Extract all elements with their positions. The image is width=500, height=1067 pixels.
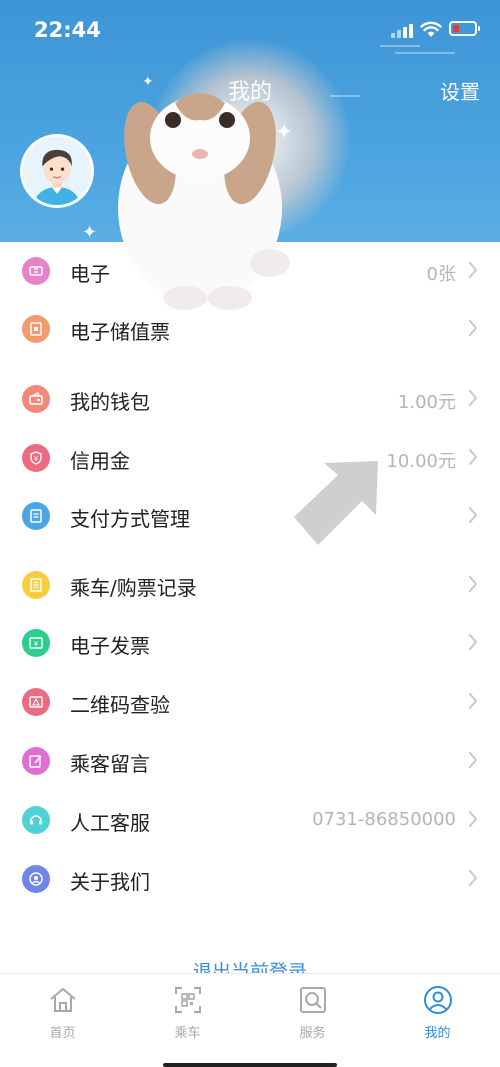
chevron-right-icon bbox=[469, 870, 478, 886]
payment-list-icon bbox=[22, 502, 50, 530]
stored-value-card-icon bbox=[22, 315, 50, 343]
home-icon bbox=[50, 988, 76, 1012]
chevron-right-icon bbox=[469, 811, 478, 827]
menu-item-label: 支付方式管理 bbox=[70, 507, 190, 531]
chevron-right-icon bbox=[469, 576, 478, 592]
edit-note-icon bbox=[22, 747, 50, 775]
chevron-right-icon bbox=[469, 390, 478, 406]
menu-item-label: 电子发票 bbox=[70, 634, 150, 658]
search-service-icon bbox=[300, 987, 326, 1013]
menu-item-payment[interactable]: 支付方式管理 bbox=[0, 487, 500, 545]
wifi-icon bbox=[420, 21, 442, 37]
menu-item-wallet[interactable]: 我的钱包 1.00元 bbox=[0, 370, 500, 428]
menu-item-label: 二维码查验 bbox=[70, 693, 170, 717]
tab-bar: 首页 乘车 服务 我的 bbox=[0, 973, 500, 1067]
menu-item-customer-service[interactable]: 人工客服 0731-86850000 bbox=[0, 791, 500, 849]
avatar[interactable] bbox=[20, 134, 94, 208]
home-indicator bbox=[163, 1063, 337, 1067]
menu-item-about[interactable]: 关于我们 bbox=[0, 850, 500, 908]
menu-list: 电子 0张 电子储值票 我的钱包 1.00元 ¥ 信用金 10.00元 支付方式… bbox=[0, 242, 500, 972]
menu-item-records[interactable]: 乘车/购票记录 bbox=[0, 556, 500, 614]
avatar-illustration bbox=[23, 137, 91, 205]
tab-label: 首页 bbox=[49, 1026, 76, 1041]
menu-item-qr-check[interactable]: 二维码查验 bbox=[0, 673, 500, 731]
menu-item-value: 10.00元 bbox=[386, 451, 456, 472]
user-icon bbox=[424, 986, 452, 1014]
records-icon bbox=[22, 571, 50, 599]
menu-item-label: 关于我们 bbox=[70, 870, 150, 894]
qr-scan-icon bbox=[175, 987, 201, 1013]
settings-button[interactable]: 设置 bbox=[440, 76, 480, 105]
user-circle-icon bbox=[22, 865, 50, 893]
menu-item-message[interactable]: 乘客留言 bbox=[0, 732, 500, 790]
tab-label: 乘车 bbox=[174, 1026, 201, 1041]
menu-item-label: 乘车/购票记录 bbox=[70, 576, 197, 600]
menu-item-value: 0731-86850000 bbox=[312, 809, 456, 830]
yuan-shield-icon: ¥ bbox=[22, 444, 50, 472]
signal-icon bbox=[391, 24, 415, 38]
menu-item-credit[interactable]: ¥ 信用金 10.00元 bbox=[0, 429, 500, 487]
menu-item-value: 0张 bbox=[426, 264, 456, 285]
tab-ride[interactable]: 乘车 bbox=[125, 974, 250, 1054]
svg-text:¥: ¥ bbox=[34, 640, 39, 648]
chevron-right-icon bbox=[469, 507, 478, 523]
arrow-up-right-icon bbox=[294, 461, 378, 545]
menu-item-label: 人工客服 bbox=[70, 811, 150, 835]
tab-label: 服务 bbox=[299, 1026, 326, 1041]
status-time: 22:44 bbox=[34, 18, 101, 42]
tab-label: 我的 bbox=[424, 1026, 451, 1041]
chevron-right-icon bbox=[469, 634, 478, 650]
headset-icon bbox=[22, 806, 50, 834]
menu-item-label: 信用金 bbox=[70, 449, 130, 473]
tab-home[interactable]: 首页 bbox=[0, 974, 125, 1054]
menu-item-label: 乘客留言 bbox=[70, 752, 150, 776]
invoice-icon: ¥ bbox=[22, 629, 50, 657]
menu-item-label: 我的钱包 bbox=[70, 390, 150, 414]
battery-icon bbox=[449, 21, 480, 36]
rabbit-sticker bbox=[118, 93, 290, 310]
warning-icon bbox=[22, 688, 50, 716]
chevron-right-icon bbox=[469, 320, 478, 336]
menu-item-invoice[interactable]: ¥ 电子发票 bbox=[0, 614, 500, 672]
menu-item-value: 1.00元 bbox=[397, 392, 456, 413]
chevron-right-icon bbox=[469, 262, 478, 278]
tab-service[interactable]: 服务 bbox=[250, 974, 375, 1054]
chevron-right-icon bbox=[469, 693, 478, 709]
ticket-icon bbox=[22, 257, 50, 285]
chevron-right-icon bbox=[469, 449, 478, 465]
status-bar: 22:44 bbox=[0, 0, 500, 60]
wallet-icon bbox=[22, 385, 50, 413]
tab-mine[interactable]: 我的 bbox=[375, 974, 500, 1054]
svg-text:¥: ¥ bbox=[34, 455, 39, 463]
menu-item-label: 电子储值票 bbox=[70, 320, 170, 344]
chevron-right-icon bbox=[469, 752, 478, 768]
